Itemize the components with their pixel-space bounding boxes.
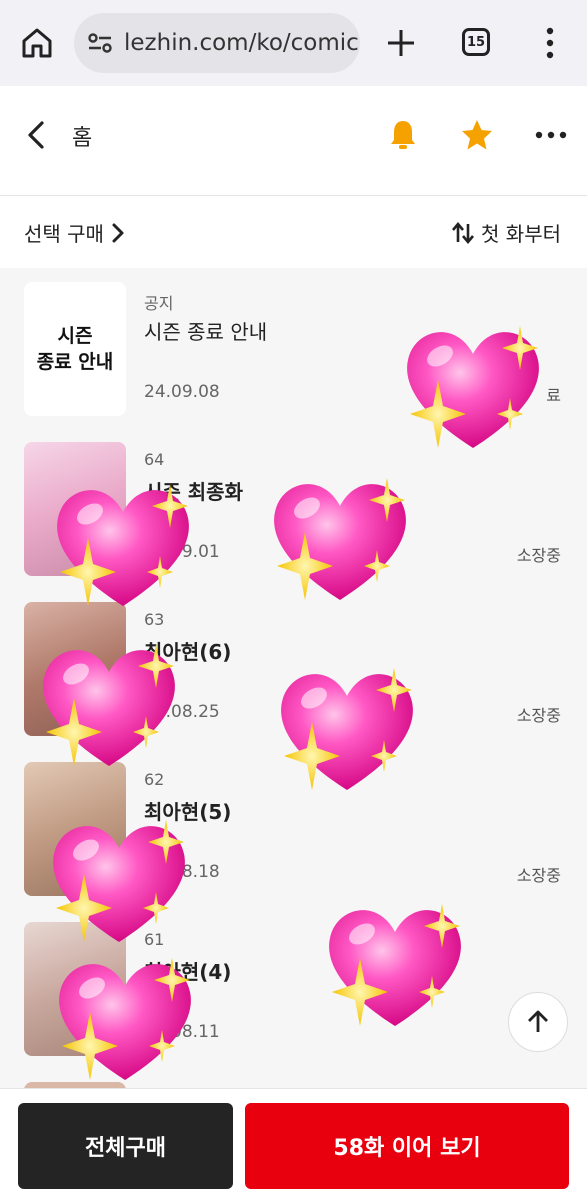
episode-status: 료 <box>546 386 561 405</box>
episode-status: 소장중 <box>516 866 561 885</box>
heart-sticker-icon <box>57 484 189 606</box>
browser-toolbar: lezhin.com/ko/comic/ 15 <box>0 0 587 86</box>
select-purchase-label: 선택 구매 <box>24 222 104 246</box>
heart-sticker-icon <box>43 644 175 766</box>
bottom-action-bar: 전체구매 58화 이어 보기 <box>0 1088 587 1200</box>
buy-all-button[interactable]: 전체구매 <box>18 1103 233 1189</box>
arrow-up-icon <box>528 1010 548 1032</box>
episode-number: 공지 <box>144 294 174 313</box>
episode-number: 64 <box>144 450 165 469</box>
notice-thumb-text: 시즌 종료 안내 <box>36 325 114 373</box>
star-icon[interactable] <box>460 118 494 152</box>
chevron-right-icon <box>112 223 124 242</box>
scroll-to-top-button[interactable] <box>508 992 568 1052</box>
site-settings-icon[interactable] <box>86 29 114 57</box>
heart-sticker-icon <box>59 958 191 1080</box>
heart-sticker-icon <box>274 478 406 600</box>
tab-switcher-button[interactable]: 15 <box>462 28 490 56</box>
app-header: 홈 <box>0 86 587 196</box>
back-label[interactable]: 홈 <box>72 120 92 152</box>
more-dots-icon[interactable] <box>534 122 568 148</box>
new-tab-icon[interactable] <box>384 26 418 60</box>
heart-sticker-icon <box>329 904 461 1026</box>
heart-sticker-icon <box>53 820 185 942</box>
menu-kebab-icon[interactable] <box>536 26 564 60</box>
home-icon[interactable] <box>20 26 54 60</box>
back-chevron-icon[interactable] <box>24 120 50 150</box>
list-toolbar: 선택 구매 첫 화부터 <box>0 196 587 268</box>
episode-title: 시즌 종료 안내 <box>144 320 268 344</box>
heart-sticker-icon <box>281 668 413 790</box>
select-purchase-button[interactable]: 선택 구매 <box>24 218 126 247</box>
address-bar[interactable]: lezhin.com/ko/comic/ <box>74 13 360 73</box>
sort-arrows-icon <box>452 221 475 244</box>
bell-icon[interactable] <box>388 118 418 152</box>
tab-count: 15 <box>466 34 486 50</box>
episode-status: 소장중 <box>516 706 561 725</box>
url-text: lezhin.com/ko/comic/ <box>124 30 360 56</box>
notice-thumbnail: 시즌 종료 안내 <box>24 282 126 416</box>
episode-status: 소장중 <box>516 546 561 565</box>
episode-date: 24.09.08 <box>144 382 220 402</box>
sort-label: 첫 화부터 <box>481 222 561 246</box>
sort-button[interactable]: 첫 화부터 <box>451 218 561 247</box>
heart-sticker-icon <box>407 326 539 448</box>
continue-reading-button[interactable]: 58화 이어 보기 <box>245 1103 569 1189</box>
